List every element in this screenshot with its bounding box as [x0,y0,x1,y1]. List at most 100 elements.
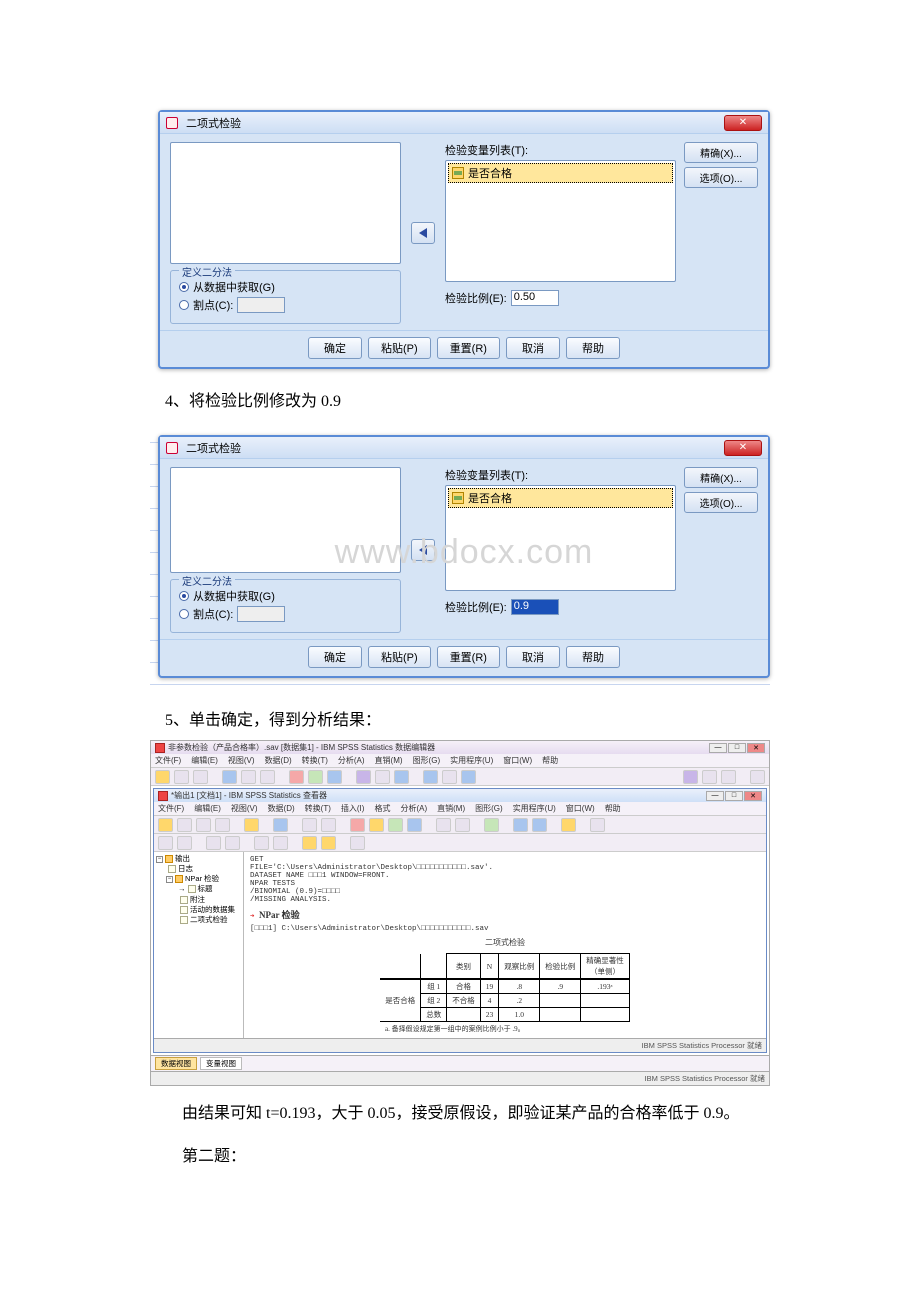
menu-item[interactable]: 数据(D) [265,755,292,766]
menu-item[interactable]: 转换(T) [305,803,331,814]
tree-item[interactable]: 活动的数据集 [190,905,235,915]
tree-item[interactable]: 标题 [198,884,213,894]
toolbar-icon[interactable] [206,836,221,850]
toolbar-icon[interactable] [222,770,237,784]
toolbar-icon[interactable] [177,836,192,850]
redo-icon[interactable] [260,770,275,784]
inner-toolbar-1[interactable] [154,816,766,834]
outer-toolbar[interactable] [151,768,769,786]
toolbar-icon[interactable] [442,770,457,784]
menu-item[interactable]: 文件(F) [158,803,184,814]
open-icon[interactable] [155,770,170,784]
toolbar-icon[interactable] [350,836,365,850]
toolbar-icon[interactable] [750,770,765,784]
menu-item[interactable]: 数据(D) [268,803,295,814]
toolbar-icon[interactable] [436,818,451,832]
toolbar-icon[interactable] [225,836,240,850]
menu-item[interactable]: 插入(I) [341,803,365,814]
ok-button[interactable]: 确定 [308,337,362,359]
print-icon[interactable] [193,770,208,784]
toolbar-icon[interactable] [375,770,390,784]
ok-button[interactable]: 确定 [308,646,362,668]
paste-button[interactable]: 粘贴(P) [368,337,431,359]
close-button[interactable]: ✕ [724,440,762,456]
minimize-button[interactable]: — [709,743,727,753]
tree-item[interactable]: NPar 检验 [185,874,219,884]
toolbar-icon[interactable] [532,818,547,832]
tab-variable-view[interactable]: 变量视图 [200,1057,242,1070]
toolbar-icon[interactable] [455,818,470,832]
toolbar-icon[interactable] [721,770,736,784]
close-button[interactable]: ✕ [724,115,762,131]
menu-item[interactable]: 编辑(E) [191,755,218,766]
toolbar-icon[interactable] [513,818,528,832]
toolbar-icon[interactable] [461,770,476,784]
menu-item[interactable]: 窗口(W) [566,803,595,814]
toolbar-icon[interactable] [484,818,499,832]
menu-item[interactable]: 直销(M) [375,755,403,766]
toolbar-icon[interactable] [590,818,605,832]
menu-item[interactable]: 分析(A) [400,803,427,814]
toolbar-icon[interactable] [273,818,288,832]
reset-button[interactable]: 重置(R) [437,337,500,359]
exact-button[interactable]: 精确(X)... [684,142,758,163]
radio-from-data[interactable]: 从数据中获取(G) [179,279,392,295]
menu-item[interactable]: 实用程序(U) [450,755,493,766]
radio-from-data[interactable]: 从数据中获取(G) [179,588,392,604]
toolbar-icon[interactable] [302,836,317,850]
inner-menubar[interactable]: 文件(F)编辑(E)视图(V)数据(D)转换(T)插入(I)格式分析(A)直销(… [154,802,766,816]
maximize-button[interactable]: □ [728,743,746,753]
toolbar-icon[interactable] [407,818,422,832]
toolbar-icon[interactable] [369,818,384,832]
source-var-list[interactable] [170,142,401,264]
ratio-input[interactable]: 0.50 [511,290,559,306]
outer-menubar[interactable]: 文件(F)编辑(E)视图(V)数据(D)转换(T)分析(A)直销(M)图形(G)… [151,754,769,768]
toolbar-icon[interactable] [321,836,336,850]
undo-icon[interactable] [241,770,256,784]
minimize-button[interactable]: — [706,791,724,801]
redo-icon[interactable] [321,818,336,832]
tab-data-view[interactable]: 数据视图 [155,1057,197,1070]
toolbar-icon[interactable] [244,818,259,832]
menu-item[interactable]: 直销(M) [437,803,465,814]
exact-button[interactable]: 精确(X)... [684,467,758,488]
reset-button[interactable]: 重置(R) [437,646,500,668]
test-var-list[interactable]: 是否合格 [445,160,676,282]
toolbar-icon[interactable] [327,770,342,784]
save-icon[interactable] [177,818,192,832]
menu-item[interactable]: 视图(V) [228,755,255,766]
output-tree[interactable]: − 输出 日志 − NPar 检验 → 标题 附注 活动的数据集 二项式检验 [154,852,244,1038]
toolbar-icon[interactable] [702,770,717,784]
toolbar-icon[interactable] [561,818,576,832]
menu-item[interactable]: 图形(G) [413,755,441,766]
save-icon[interactable] [174,770,189,784]
ratio-input[interactable]: 0.9 [511,599,559,615]
close-button[interactable]: ✕ [744,791,762,801]
radio-cutpoint[interactable]: 割点(C): [179,297,392,313]
test-var-list[interactable]: 是否合格 [445,485,676,591]
help-button[interactable]: 帮助 [566,646,620,668]
help-button[interactable]: 帮助 [566,337,620,359]
open-icon[interactable] [158,818,173,832]
toolbar-icon[interactable] [273,836,288,850]
options-button[interactable]: 选项(O)... [684,167,758,188]
tree-item[interactable]: 附注 [190,895,205,905]
toolbar-icon[interactable] [158,836,173,850]
var-item[interactable]: 是否合格 [448,163,673,183]
menu-item[interactable]: 图形(G) [475,803,503,814]
tree-item[interactable]: 输出 [175,854,190,864]
toolbar-icon[interactable] [308,770,323,784]
chart-icon[interactable] [356,770,371,784]
cancel-button[interactable]: 取消 [506,337,560,359]
toolbar-icon[interactable] [388,818,403,832]
menu-item[interactable]: 实用程序(U) [513,803,556,814]
maximize-button[interactable]: □ [725,791,743,801]
toolbar-icon[interactable] [683,770,698,784]
move-left-button[interactable] [411,539,435,561]
tree-item[interactable]: 二项式检验 [190,915,228,925]
menu-item[interactable]: 编辑(E) [194,803,221,814]
preview-icon[interactable] [215,818,230,832]
menu-item[interactable]: 视图(V) [231,803,258,814]
toolbar-icon[interactable] [350,818,365,832]
undo-icon[interactable] [302,818,317,832]
